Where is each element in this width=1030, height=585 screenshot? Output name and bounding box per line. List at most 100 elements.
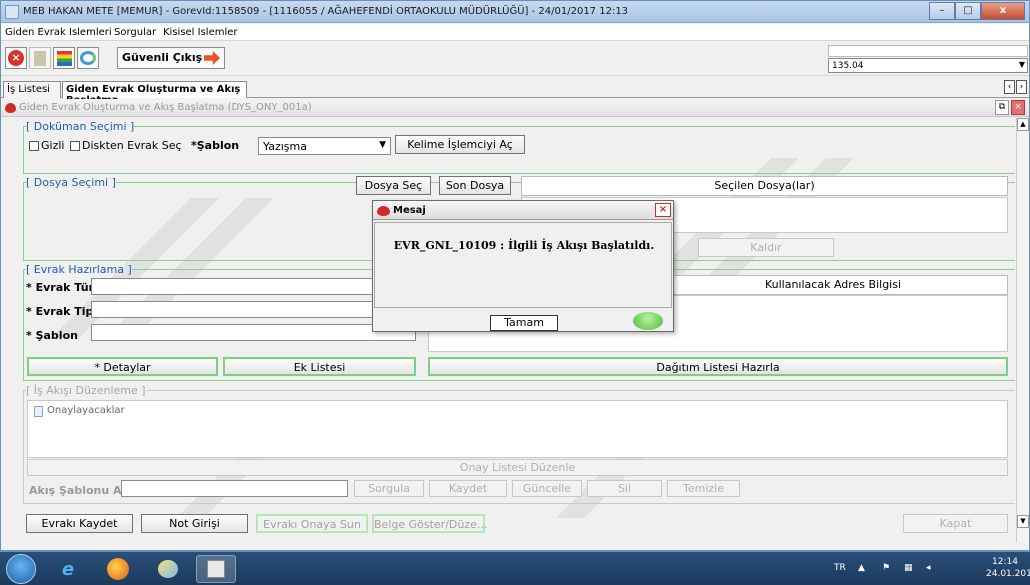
- chevron-down-icon: ▼: [1018, 60, 1025, 69]
- action-center-icon[interactable]: ⚑: [882, 563, 890, 573]
- clock-date: 24.01.2017: [986, 569, 1030, 579]
- unit-combo-value: 135.04: [832, 61, 864, 71]
- system-tray: TR ▲ ⚑ ▦ ◂ 12:14 24.01.2017: [824, 552, 1030, 585]
- page-icon: [34, 406, 43, 417]
- volume-icon[interactable]: ◂: [926, 563, 931, 573]
- java-app-taskbar-icon[interactable]: [196, 555, 236, 583]
- scroll-up-icon[interactable]: ▲: [1017, 118, 1029, 131]
- window-title: MEB HAKAN METE [MEMUR] - GorevId:1158509…: [23, 6, 629, 17]
- close-panel-button[interactable]: ×: [1011, 100, 1025, 115]
- evrak-sablon-label: * Şablon: [26, 329, 78, 342]
- stop-icon: ×: [8, 50, 24, 66]
- dosya-secimi-legend: [ Dosya Seçimi ]: [26, 176, 116, 189]
- panel-title: Giden Evrak Oluşturma ve Akış Başlatma (…: [19, 102, 312, 113]
- disabled-tool-button[interactable]: [29, 47, 51, 69]
- gizli-label: Gizli: [41, 139, 65, 152]
- kaldir-button[interactable]: Kaldır: [698, 238, 834, 257]
- menu-bar: Giden Evrak Islemleri Sorgular Kisisel I…: [1, 24, 1029, 41]
- detaylar-button[interactable]: * Detaylar: [27, 357, 218, 376]
- gizli-checkbox[interactable]: [29, 141, 39, 151]
- logout-label: Güvenli Çıkış: [122, 51, 203, 64]
- document-icon: [34, 50, 46, 66]
- unit-combo[interactable]: 135.04 ▼: [828, 58, 1028, 73]
- diskten-label: Diskten Evrak Seç: [82, 139, 182, 152]
- chevron-down-icon: ▼: [379, 140, 386, 150]
- menu-sorgular[interactable]: Sorgular: [114, 27, 156, 38]
- minimize-button[interactable]: –: [929, 2, 955, 20]
- close-window-button[interactable]: x: [981, 2, 1025, 20]
- menu-giden-evrak[interactable]: Giden Evrak Islemleri: [5, 27, 112, 38]
- sorgula-button[interactable]: Sorgula: [354, 480, 424, 497]
- app-icon: [5, 5, 19, 19]
- kaydet-button[interactable]: Kaydet: [429, 480, 507, 497]
- not-girisi-button[interactable]: Not Girişi: [141, 514, 248, 533]
- kapat-button[interactable]: Kapat: [903, 514, 1008, 533]
- belge-goster-button[interactable]: Belge Göster/Düze...: [372, 514, 487, 533]
- akis-sablonu-input[interactable]: [121, 480, 348, 497]
- firefox-icon[interactable]: [98, 555, 138, 583]
- start-button[interactable]: [6, 554, 36, 584]
- unit-combo-top[interactable]: [828, 45, 1028, 57]
- clock[interactable]: 12:14 24.01.2017: [986, 556, 1030, 580]
- app-logo-icon: [5, 103, 16, 113]
- onaylayacaklar-label: Onaylayacaklar: [47, 405, 125, 416]
- sablon-select[interactable]: Yazışma ▼: [258, 137, 391, 155]
- refresh-icon: [80, 51, 96, 65]
- akis-sablonu-label: Akış Şablonu Adı: [29, 484, 134, 497]
- temizle-button[interactable]: Temizle: [667, 480, 740, 497]
- stop-button[interactable]: ×: [5, 47, 27, 69]
- tab-bar: İş Listesi Giden Evrak Oluşturma ve Akış…: [1, 78, 1029, 106]
- menu-kisisel[interactable]: Kisisel Islemler: [163, 27, 238, 38]
- son-dosya-button[interactable]: Son Dosya: [439, 176, 511, 195]
- dialog-title-bar[interactable]: Mesaj ×: [373, 201, 673, 220]
- evrak-tipi-input[interactable]: [91, 301, 416, 318]
- tab-prev-button[interactable]: ‹: [1004, 80, 1015, 94]
- dialog-title: Mesaj: [393, 205, 426, 216]
- paint-icon[interactable]: [148, 555, 188, 583]
- title-bar[interactable]: MEB HAKAN METE [MEMUR] - GorevId:1158509…: [1, 1, 1029, 23]
- restore-panel-button[interactable]: ⧉: [995, 100, 1009, 115]
- evraki-kaydet-button[interactable]: Evrakı Kaydet: [26, 514, 133, 533]
- dialog-message-area: EVR_GNL_10109 : İlgili İş Akışı Başlatıl…: [374, 222, 672, 308]
- kelime-islemci-button[interactable]: Kelime İşlemciyi Aç: [395, 135, 525, 154]
- tab-next-button[interactable]: ›: [1016, 80, 1027, 94]
- app-window: MEB HAKAN METE [MEMUR] - GorevId:1158509…: [0, 0, 1030, 551]
- maximize-button[interactable]: □: [955, 2, 981, 20]
- vertical-scrollbar[interactable]: ▲ ▼: [1016, 118, 1029, 542]
- sil-button[interactable]: Sil: [587, 480, 662, 497]
- ek-listesi-button[interactable]: Ek Listesi: [223, 357, 416, 376]
- success-check-icon: [633, 312, 663, 330]
- clock-time: 12:14: [992, 557, 1018, 567]
- message-dialog: Mesaj × EVR_GNL_10109 : İlgili İş Akışı …: [372, 200, 674, 332]
- dialog-close-button[interactable]: ×: [655, 203, 671, 217]
- taskbar: e TR ▲ ⚑ ▦ ◂ 12:14 24.01.2017: [0, 551, 1030, 585]
- evrak-turu-input[interactable]: [91, 278, 416, 295]
- panel-header: Giden Evrak Oluşturma ve Akış Başlatma (…: [1, 99, 1029, 117]
- language-indicator[interactable]: TR: [834, 563, 846, 573]
- evrak-tipi-label: * Evrak Tipi: [26, 305, 98, 318]
- tab-is-listesi[interactable]: İş Listesi: [3, 81, 61, 98]
- dagitim-listesi-button[interactable]: Dağıtım Listesi Hazırla: [428, 357, 1008, 376]
- secilen-dosya-header: Seçilen Dosya(lar): [521, 176, 1008, 196]
- sablon-select-value: Yazışma: [263, 140, 307, 153]
- adres-bilgisi-title: Kullanılacak Adres Bilgisi: [764, 278, 902, 291]
- logout-button[interactable]: Güvenli Çıkış: [117, 47, 225, 69]
- palette-icon: [56, 50, 72, 66]
- dokuman-secimi-legend: [ Doküman Seçimi ]: [26, 120, 135, 133]
- dosya-sec-button[interactable]: Dosya Seç: [356, 176, 431, 195]
- app-logo-icon: [377, 206, 390, 216]
- dialog-ok-button[interactable]: Tamam: [490, 315, 558, 331]
- evrak-sablon-input[interactable]: [91, 324, 416, 341]
- theme-button[interactable]: [53, 47, 75, 69]
- onaya-sun-button[interactable]: Evrakı Onaya Sun: [256, 514, 368, 533]
- ie-icon[interactable]: e: [48, 555, 88, 583]
- refresh-button[interactable]: [77, 47, 99, 69]
- guncelle-button[interactable]: Güncelle: [512, 480, 582, 497]
- tab-giden-evrak[interactable]: Giden Evrak Oluşturma ve Akış Başlatma: [62, 81, 247, 106]
- diskten-checkbox[interactable]: [70, 141, 80, 151]
- network-icon[interactable]: ▦: [904, 563, 913, 573]
- onaylayacaklar-list[interactable]: Onaylayacaklar: [27, 400, 1008, 458]
- onay-listesi-duzenle-button[interactable]: Onay Listesi Düzenle: [27, 459, 1008, 476]
- scroll-down-icon[interactable]: ▼: [1017, 515, 1029, 528]
- tray-expand-icon[interactable]: ▲: [858, 563, 865, 573]
